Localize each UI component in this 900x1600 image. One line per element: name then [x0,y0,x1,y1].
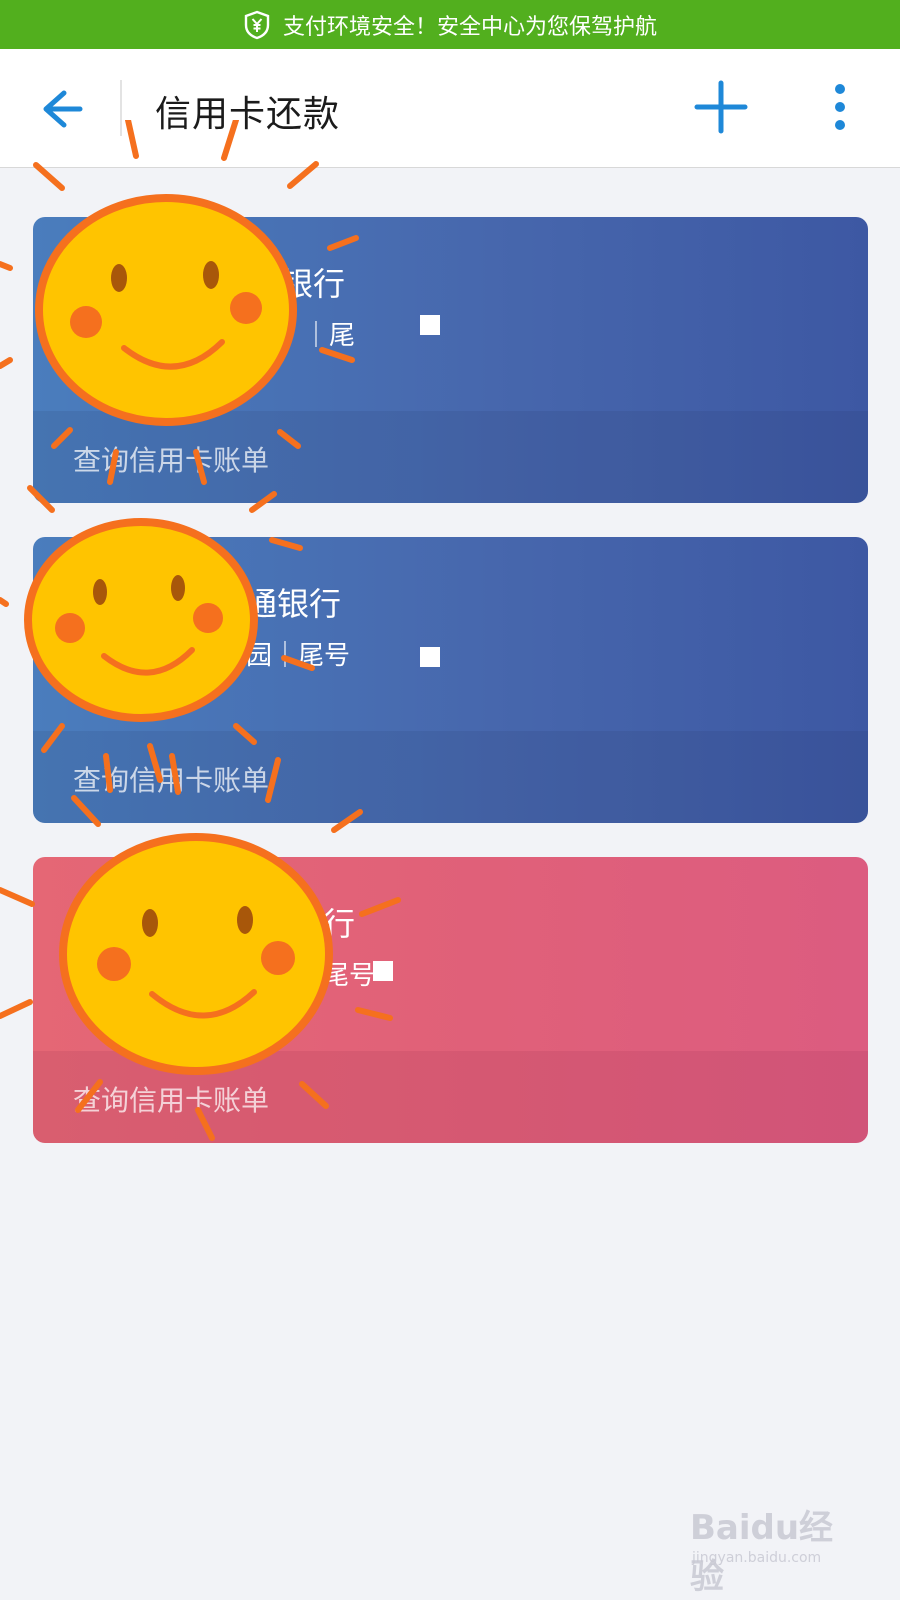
bill-bar[interactable]: 查询信用卡账单 [33,1051,868,1143]
credit-card-repayment-screen: 支付环境安全！安全中心为您保驾护航 信用卡还款 银行 ｜尾 查询信用卡账单 通银… [0,0,900,1600]
shield-yen-icon [244,10,270,39]
masked-digits [420,315,440,335]
watermark-logo: Baidu经验 [690,1508,834,1597]
masked-digits [373,961,393,981]
back-arrow-icon[interactable] [36,85,84,133]
query-bill-link[interactable]: 查询信用卡账单 [73,759,269,799]
query-bill-link[interactable]: 查询信用卡账单 [73,439,269,479]
bill-bar[interactable]: 查询信用卡账单 [33,411,868,503]
top-app-bar: 信用卡还款 [0,49,900,168]
credit-card-item[interactable]: 银行 ｜尾 查询信用卡账单 [33,217,868,503]
credit-card-item[interactable]: 通银行 园｜尾号 查询信用卡账单 [33,537,868,823]
security-banner[interactable]: 支付环境安全！安全中心为您保驾护航 [0,0,900,49]
bank-name: 通银行 [245,585,342,623]
query-bill-link[interactable]: 查询信用卡账单 [73,1079,269,1119]
bank-name: 行 [323,905,356,943]
baidu-watermark: Baidu经验 jingyan.baidu.com [690,1500,860,1597]
security-banner-text: 支付环境安全！安全中心为您保驾护航 [282,14,657,40]
masked-digits [420,647,440,667]
watermark-url: jingyan.baidu.com [692,1550,822,1566]
credit-card-item[interactable]: 行 尾号 查询信用卡账单 [33,857,868,1143]
card-holder-tail-number: ｜尾 [303,321,356,351]
card-holder-tail-number: 尾号 [323,961,376,991]
bill-bar[interactable]: 查询信用卡账单 [33,731,868,823]
card-holder-tail-number: 园｜尾号 [246,641,351,671]
header-divider [120,80,122,136]
add-card-button[interactable] [693,79,749,135]
page-title: 信用卡还款 [155,94,341,135]
bank-name: 银行 [281,265,346,303]
more-options-button[interactable] [818,79,862,135]
